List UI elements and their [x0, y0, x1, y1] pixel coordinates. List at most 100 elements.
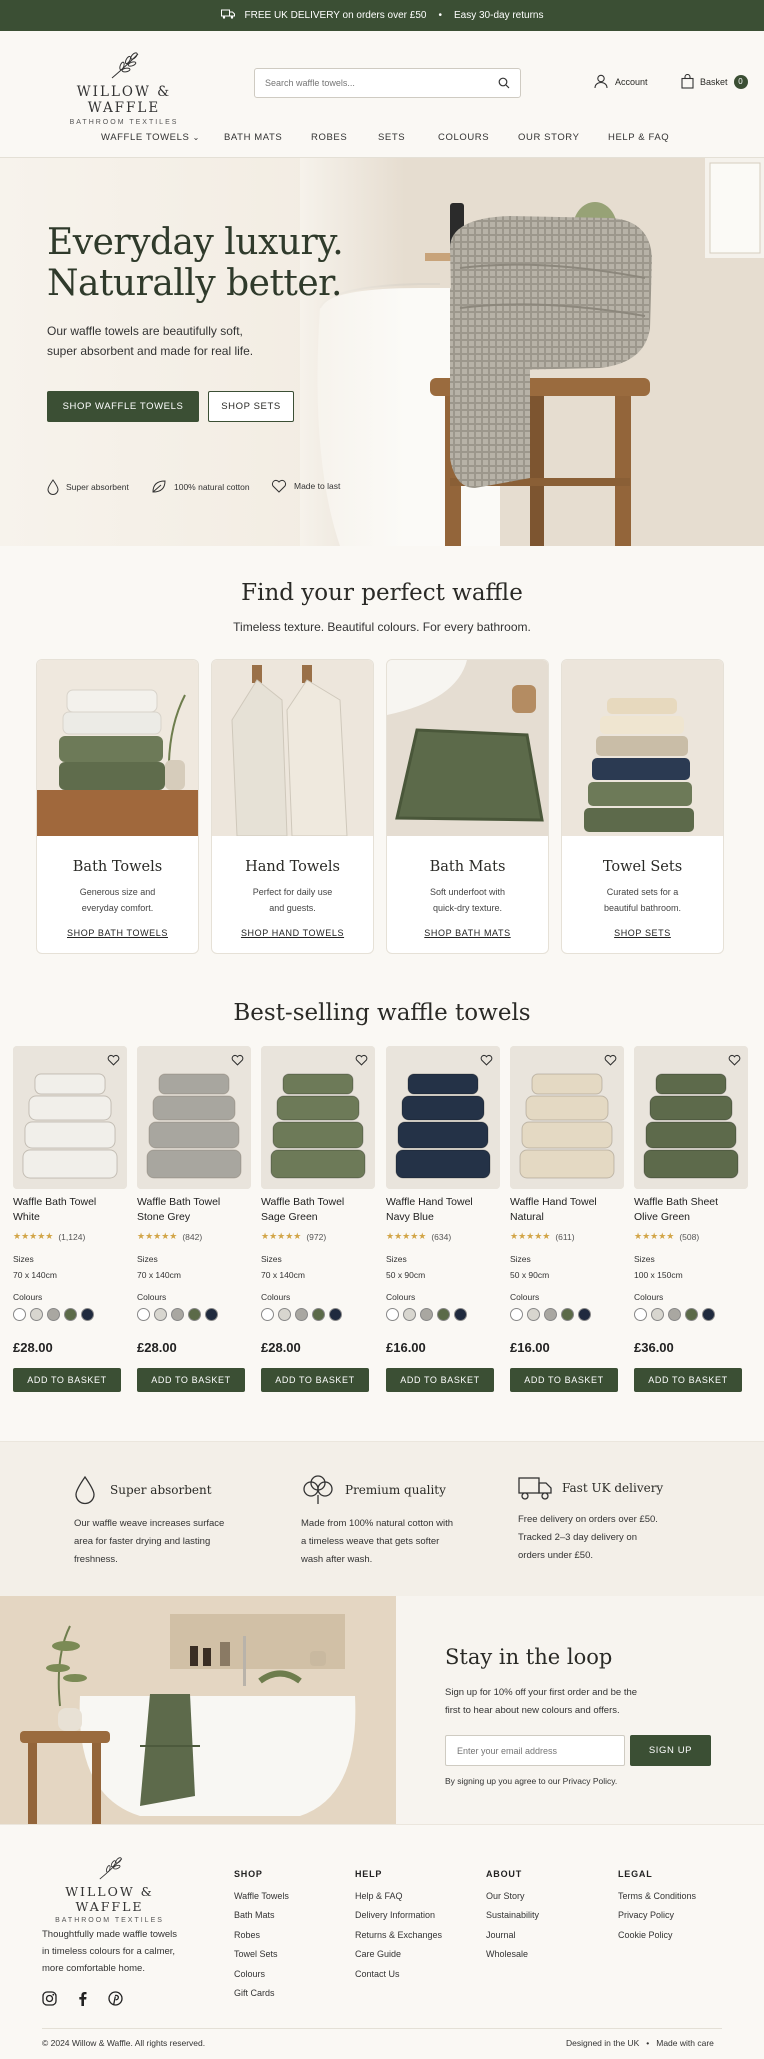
email-field[interactable] — [445, 1735, 625, 1766]
category-card-bath-mats[interactable]: Bath Mats Soft underfoot with quick-dry t… — [386, 659, 549, 954]
product-image[interactable] — [634, 1046, 748, 1189]
footer-link[interactable]: Robes — [234, 1926, 289, 1945]
product-card[interactable]: Waffle Bath Towel Sage Green ★★★★★ (972) Siz… — [261, 1046, 375, 1392]
colour-swatch[interactable] — [278, 1308, 291, 1321]
product-name[interactable]: Waffle Bath Towel Stone Grey — [137, 1195, 251, 1225]
brand-logo[interactable]: WILLOW & WAFFLE BATHROOM TEXTILES — [48, 50, 200, 126]
colour-swatch[interactable] — [30, 1308, 43, 1321]
colour-swatch[interactable] — [454, 1308, 467, 1321]
colour-swatch[interactable] — [544, 1308, 557, 1321]
nav-item-help-faq[interactable]: HELP & FAQ — [608, 132, 669, 143]
shop-hand-towels-link[interactable]: SHOP HAND TOWELS — [212, 928, 373, 938]
search-input[interactable] — [265, 78, 498, 88]
footer-link[interactable]: Returns & Exchanges — [355, 1926, 442, 1945]
instagram-icon[interactable] — [42, 1991, 57, 2006]
footer-link[interactable]: Terms & Conditions — [618, 1887, 696, 1906]
product-name[interactable]: Waffle Hand Towel Natural — [510, 1195, 624, 1225]
footer-link[interactable]: Gift Cards — [234, 1984, 289, 2003]
wishlist-heart-icon[interactable] — [480, 1054, 493, 1066]
shop-bath-towels-link[interactable]: SHOP BATH TOWELS — [37, 928, 198, 938]
wishlist-heart-icon[interactable] — [604, 1054, 617, 1066]
nav-item-robes[interactable]: ROBES — [311, 132, 347, 143]
product-card[interactable]: Waffle Hand Towel Navy Blue ★★★★★ (634) Size… — [386, 1046, 500, 1392]
colour-swatch[interactable] — [261, 1308, 274, 1321]
add-to-basket-button[interactable]: ADD TO BASKET — [137, 1368, 245, 1392]
colour-swatch[interactable] — [510, 1308, 523, 1321]
product-card[interactable]: Waffle Hand Towel Natural ★★★★★ (611) Sizes 5… — [510, 1046, 624, 1392]
category-card-hand-towels[interactable]: Hand Towels Perfect for daily use and gue… — [211, 659, 374, 954]
product-image[interactable] — [386, 1046, 500, 1189]
colour-swatch[interactable] — [329, 1308, 342, 1321]
product-image[interactable] — [13, 1046, 127, 1189]
nav-item-waffle-towels[interactable]: WAFFLE TOWELS ⌄ — [101, 132, 200, 143]
colour-swatch[interactable] — [47, 1308, 60, 1321]
shop-sets-link[interactable]: SHOP SETS — [562, 928, 723, 938]
colour-swatch[interactable] — [685, 1308, 698, 1321]
footer-link[interactable]: Help & FAQ — [355, 1887, 442, 1906]
footer-link[interactable]: Bath Mats — [234, 1906, 289, 1925]
category-card-bath-towels[interactable]: Bath Towels Generous size and everyday co… — [36, 659, 199, 954]
colour-swatch[interactable] — [403, 1308, 416, 1321]
footer-link[interactable]: Sustainability — [486, 1906, 539, 1925]
colour-swatch[interactable] — [64, 1308, 77, 1321]
category-card-towel-sets[interactable]: Towel Sets Curated sets for a beautiful b… — [561, 659, 724, 954]
add-to-basket-button[interactable]: ADD TO BASKET — [634, 1368, 742, 1392]
colour-swatch[interactable] — [561, 1308, 574, 1321]
colour-swatch[interactable] — [527, 1308, 540, 1321]
product-card[interactable]: Waffle Bath Sheet Olive Green ★★★★★ (508) Si… — [634, 1046, 748, 1392]
colour-swatch[interactable] — [205, 1308, 218, 1321]
facebook-icon[interactable] — [75, 1991, 90, 2006]
add-to-basket-button[interactable]: ADD TO BASKET — [386, 1368, 494, 1392]
add-to-basket-button[interactable]: ADD TO BASKET — [510, 1368, 618, 1392]
colour-swatch[interactable] — [420, 1308, 433, 1321]
product-name[interactable]: Waffle Hand Towel Navy Blue — [386, 1195, 500, 1225]
footer-link[interactable]: Towel Sets — [234, 1945, 289, 1964]
nav-item-sets[interactable]: SETS — [378, 132, 405, 143]
colour-swatch[interactable] — [188, 1308, 201, 1321]
search-icon[interactable] — [498, 77, 510, 89]
colour-swatch[interactable] — [386, 1308, 399, 1321]
footer-link[interactable]: Colours — [234, 1965, 289, 1984]
product-name[interactable]: Waffle Bath Sheet Olive Green — [634, 1195, 748, 1225]
nav-item-our-story[interactable]: OUR STORY — [518, 132, 580, 143]
colour-swatch[interactable] — [137, 1308, 150, 1321]
footer-link[interactable]: Our Story — [486, 1887, 539, 1906]
shop-waffle-towels-button[interactable]: SHOP WAFFLE TOWELS — [47, 391, 199, 422]
nav-item-colours[interactable]: COLOURS — [438, 132, 489, 143]
colour-swatch[interactable] — [312, 1308, 325, 1321]
wishlist-heart-icon[interactable] — [355, 1054, 368, 1066]
product-card[interactable]: Waffle Bath Towel White ★★★★★ (1,124) Sizes 7… — [13, 1046, 127, 1392]
product-name[interactable]: Waffle Bath Towel Sage Green — [261, 1195, 375, 1225]
colour-swatch[interactable] — [154, 1308, 167, 1321]
colour-swatch[interactable] — [702, 1308, 715, 1321]
colour-swatch[interactable] — [171, 1308, 184, 1321]
footer-link[interactable]: Journal — [486, 1926, 539, 1945]
colour-swatch[interactable] — [295, 1308, 308, 1321]
basket-link[interactable]: Basket 0 — [681, 74, 748, 89]
product-image[interactable] — [137, 1046, 251, 1189]
footer-link[interactable]: Care Guide — [355, 1945, 442, 1964]
wishlist-heart-icon[interactable] — [728, 1054, 741, 1066]
colour-swatch[interactable] — [437, 1308, 450, 1321]
sign-up-button[interactable]: SIGN UP — [630, 1735, 711, 1766]
account-link[interactable]: Account — [594, 74, 648, 89]
pinterest-icon[interactable] — [108, 1991, 123, 2006]
colour-swatch[interactable] — [668, 1308, 681, 1321]
product-name[interactable]: Waffle Bath Towel White — [13, 1195, 127, 1225]
colour-swatch[interactable] — [651, 1308, 664, 1321]
shop-bath-mats-link[interactable]: SHOP BATH MATS — [387, 928, 548, 938]
footer-link[interactable]: Waffle Towels — [234, 1887, 289, 1906]
shop-sets-button[interactable]: SHOP SETS — [208, 391, 294, 422]
colour-swatch[interactable] — [81, 1308, 94, 1321]
footer-link[interactable]: Wholesale — [486, 1945, 539, 1964]
wishlist-heart-icon[interactable] — [107, 1054, 120, 1066]
footer-link[interactable]: Privacy Policy — [618, 1906, 696, 1925]
wishlist-heart-icon[interactable] — [231, 1054, 244, 1066]
nav-item-bath-mats[interactable]: BATH MATS — [224, 132, 282, 143]
colour-swatch[interactable] — [578, 1308, 591, 1321]
footer-link[interactable]: Cookie Policy — [618, 1926, 696, 1945]
product-card[interactable]: Waffle Bath Towel Stone Grey ★★★★★ (842) Siz… — [137, 1046, 251, 1392]
add-to-basket-button[interactable]: ADD TO BASKET — [261, 1368, 369, 1392]
footer-logo[interactable]: WILLOW & WAFFLE BATHROOM TEXTILES — [38, 1855, 181, 1924]
product-image[interactable] — [510, 1046, 624, 1189]
